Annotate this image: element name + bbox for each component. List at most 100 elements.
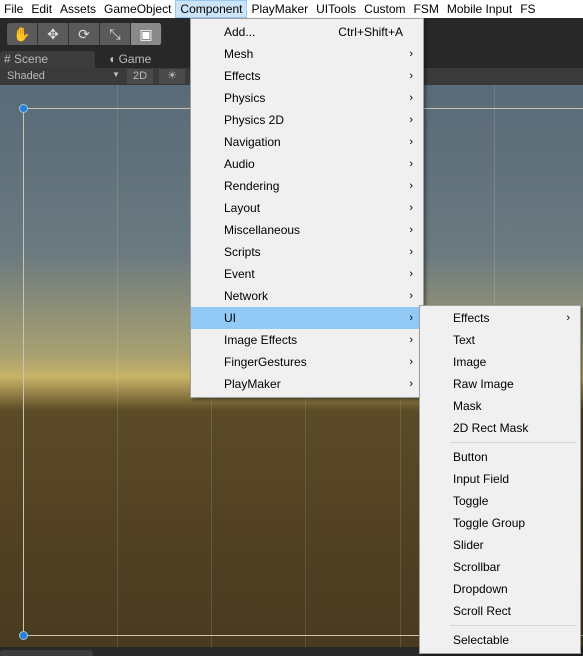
hand-icon[interactable]: ✋ bbox=[7, 23, 38, 45]
component-menu: Add... Ctrl+Shift+A Mesh › Effects › Physics › P… bbox=[190, 18, 424, 398]
menu-item-playmaker[interactable]: PlayMaker › bbox=[191, 373, 423, 395]
chevron-right-icon: › bbox=[409, 334, 413, 346]
menu-separator bbox=[450, 442, 577, 443]
menu-item-label: Slider bbox=[453, 538, 484, 552]
menu-item-effects[interactable]: Effects › bbox=[420, 307, 580, 329]
menu-item-navigation[interactable]: Navigation › bbox=[191, 131, 423, 153]
menu-item-scripts[interactable]: Scripts › bbox=[191, 241, 423, 263]
menu-item-raw-image[interactable]: Raw Image bbox=[420, 373, 580, 395]
menu-item-label: 2D Rect Mask bbox=[453, 421, 529, 435]
grid-icon: # bbox=[4, 52, 11, 66]
chevron-right-icon: › bbox=[409, 268, 413, 280]
rect-handle[interactable] bbox=[19, 631, 28, 640]
scale-icon[interactable]: ⤡ bbox=[100, 23, 131, 45]
menu-mobile-input[interactable]: Mobile Input bbox=[443, 0, 516, 18]
chevron-right-icon: › bbox=[409, 356, 413, 368]
menu-item-label: FingerGestures bbox=[224, 355, 307, 369]
menu-item-network[interactable]: Network › bbox=[191, 285, 423, 307]
menu-item-label: Selectable bbox=[453, 633, 510, 647]
chevron-right-icon: › bbox=[409, 158, 413, 170]
chevron-right-icon: › bbox=[409, 92, 413, 104]
menu-item-scrollbar[interactable]: Scrollbar bbox=[420, 556, 580, 578]
menu-item-label: Scroll Rect bbox=[453, 604, 512, 618]
menu-fsm[interactable]: FSM bbox=[410, 0, 443, 18]
menu-item-label: Button bbox=[453, 450, 488, 464]
menu-item-label: PlayMaker bbox=[224, 377, 281, 391]
menu-edit[interactable]: Edit bbox=[27, 0, 56, 18]
menu-item-2d-rect-mask[interactable]: 2D Rect Mask bbox=[420, 417, 580, 439]
menu-item-text[interactable]: Text bbox=[420, 329, 580, 351]
menu-custom[interactable]: Custom bbox=[360, 0, 409, 18]
tab-scene[interactable]: # Scene bbox=[0, 51, 95, 68]
menu-playmaker[interactable]: PlayMaker bbox=[247, 0, 312, 18]
menu-item-label: Toggle bbox=[453, 494, 489, 508]
menu-item-event[interactable]: Event › bbox=[191, 263, 423, 285]
menu-item-label: Audio bbox=[224, 157, 255, 171]
menu-item-ui[interactable]: UI › bbox=[191, 307, 423, 329]
menu-item-rendering[interactable]: Rendering › bbox=[191, 175, 423, 197]
menu-item-layout[interactable]: Layout › bbox=[191, 197, 423, 219]
tab-game[interactable]: ◖ Game bbox=[104, 51, 194, 68]
menu-item-mask[interactable]: Mask bbox=[420, 395, 580, 417]
shortcut-label: Ctrl+Shift+A bbox=[338, 25, 403, 39]
menu-item-fingergestures[interactable]: FingerGestures › bbox=[191, 351, 423, 373]
menu-item-label: Effects bbox=[224, 69, 261, 83]
shading-dropdown[interactable]: Shaded bbox=[7, 70, 45, 82]
menu-item-physics[interactable]: Physics › bbox=[191, 87, 423, 109]
menu-item-input-field[interactable]: Input Field bbox=[420, 468, 580, 490]
pacman-icon: ◖ bbox=[108, 52, 116, 66]
menu-fs[interactable]: FS bbox=[516, 0, 539, 18]
rect-handle[interactable] bbox=[19, 104, 28, 113]
menu-item-dropdown[interactable]: Dropdown bbox=[420, 578, 580, 600]
menu-item-scroll-rect[interactable]: Scroll Rect bbox=[420, 600, 580, 622]
menu-item-selectable[interactable]: Selectable bbox=[420, 629, 580, 651]
menu-item-label: Layout bbox=[224, 201, 261, 215]
menu-item-label: Physics 2D bbox=[224, 113, 285, 127]
menu-item-label: Image Effects bbox=[224, 333, 298, 347]
rotate-icon[interactable]: ⟳ bbox=[69, 23, 100, 45]
menu-uitools[interactable]: UITools bbox=[312, 0, 360, 18]
ui-submenu: Effects › Text Image Raw Image Mask 2D Rect Ma… bbox=[419, 305, 581, 654]
chevron-right-icon: › bbox=[409, 114, 413, 126]
menu-item-label: Event bbox=[224, 267, 255, 281]
menu-assets[interactable]: Assets bbox=[56, 0, 100, 18]
chevron-right-icon: › bbox=[409, 312, 413, 324]
menu-item-label: Rendering bbox=[224, 179, 280, 193]
menu-bar: File Edit Assets GameObject Component PlayMak… bbox=[0, 0, 583, 18]
menu-item-effects[interactable]: Effects › bbox=[191, 65, 423, 87]
menu-item-miscellaneous[interactable]: Miscellaneous › bbox=[191, 219, 423, 241]
lighting-toggle-button[interactable]: ☀ bbox=[159, 69, 185, 84]
chevron-right-icon: › bbox=[409, 246, 413, 258]
menu-item-label: Text bbox=[453, 333, 476, 347]
move-icon[interactable]: ✥ bbox=[38, 23, 69, 45]
menu-item-audio[interactable]: Audio › bbox=[191, 153, 423, 175]
rect-tool-icon[interactable]: ▣ bbox=[131, 23, 162, 45]
chevron-right-icon: › bbox=[566, 312, 570, 324]
chevron-right-icon: › bbox=[409, 136, 413, 148]
menu-item-slider[interactable]: Slider bbox=[420, 534, 580, 556]
chevron-right-icon: › bbox=[409, 70, 413, 82]
menu-item-toggle-group[interactable]: Toggle Group bbox=[420, 512, 580, 534]
menu-item-physics-2d[interactable]: Physics 2D › bbox=[191, 109, 423, 131]
menu-item-mesh[interactable]: Mesh › bbox=[191, 43, 423, 65]
menu-gameobject[interactable]: GameObject bbox=[100, 0, 175, 18]
menu-component[interactable]: Component bbox=[175, 0, 248, 18]
chevron-right-icon: › bbox=[409, 180, 413, 192]
menu-separator bbox=[450, 625, 577, 626]
chevron-right-icon: › bbox=[409, 202, 413, 214]
chevron-right-icon: › bbox=[409, 290, 413, 302]
bottom-tab[interactable] bbox=[0, 650, 93, 656]
menu-item-image-effects[interactable]: Image Effects › bbox=[191, 329, 423, 351]
menu-item-image[interactable]: Image bbox=[420, 351, 580, 373]
menu-item-label: Mask bbox=[453, 399, 482, 413]
menu-file[interactable]: File bbox=[0, 0, 27, 18]
menu-item-toggle[interactable]: Toggle bbox=[420, 490, 580, 512]
menu-item-label: Toggle Group bbox=[453, 516, 526, 530]
2d-toggle-button[interactable]: 2D bbox=[127, 69, 153, 84]
chevron-right-icon: › bbox=[409, 378, 413, 390]
menu-item-add[interactable]: Add... Ctrl+Shift+A bbox=[191, 21, 423, 43]
menu-item-label: Effects bbox=[453, 311, 490, 325]
menu-item-label: Dropdown bbox=[453, 582, 508, 596]
menu-item-button[interactable]: Button bbox=[420, 446, 580, 468]
menu-item-label: Physics bbox=[224, 91, 266, 105]
